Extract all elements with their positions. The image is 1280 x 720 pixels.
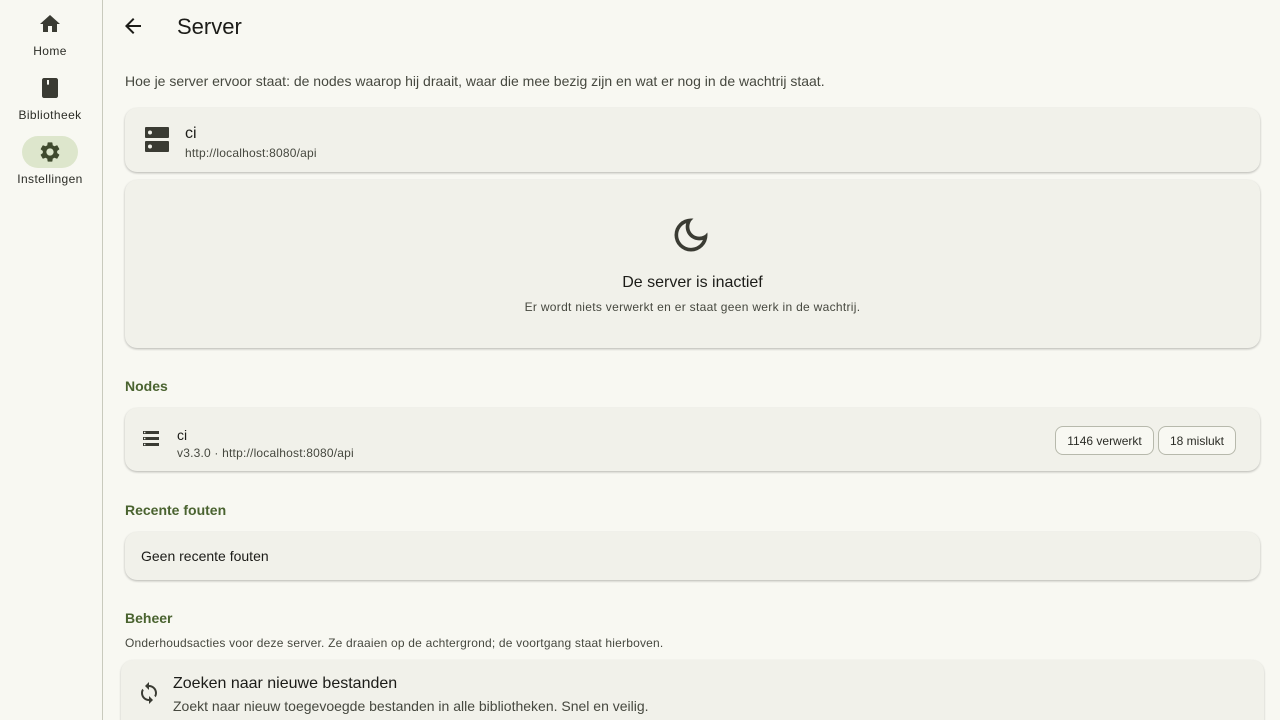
server-name: ci	[185, 125, 197, 142]
action-description: Zoekt naar nieuw toegevoegde bestanden i…	[173, 698, 649, 714]
scan-new-files-action[interactable]: Zoeken naar nieuwe bestanden Zoekt naar …	[121, 660, 1264, 720]
gear-icon	[22, 136, 78, 168]
storage-icon	[141, 431, 161, 452]
server-url: http://localhost:8080/api	[185, 146, 317, 160]
nav-item-home[interactable]: Home	[0, 8, 100, 58]
recent-errors-heading: Recente fouten	[125, 502, 227, 518]
moon-icon	[669, 213, 713, 262]
back-button[interactable]	[117, 12, 149, 44]
manage-description: Onderhoudsacties voor deze server. Ze dr…	[125, 636, 664, 650]
nodes-heading: Nodes	[125, 378, 168, 394]
node-card: ci v3.3.0 · http://localhost:8080/api 11…	[125, 408, 1260, 471]
recent-errors-card: Geen recente fouten	[125, 532, 1260, 580]
node-meta: v3.3.0 · http://localhost:8080/api	[177, 446, 354, 460]
nav-label-home: Home	[33, 44, 67, 58]
processed-count-chip[interactable]: 1146 verwerkt	[1055, 426, 1154, 455]
nav-item-bibliotheek[interactable]: Bibliotheek	[0, 72, 100, 122]
nav-label-bibliotheek: Bibliotheek	[18, 108, 82, 122]
node-name: ci	[177, 427, 188, 443]
intro-text: Hoe je server ervoor staat: de nodes waa…	[125, 73, 825, 89]
status-title: De server is inactief	[622, 274, 763, 291]
manage-heading: Beheer	[125, 610, 173, 626]
server-status-card: De server is inactief Er wordt niets ver…	[125, 180, 1260, 348]
server-card: ci http://localhost:8080/api	[125, 108, 1260, 172]
failed-count-chip[interactable]: 18 mislukt	[1158, 426, 1236, 455]
page-title: Server	[177, 14, 242, 39]
arrow-back-icon	[121, 14, 145, 43]
nav-label-instellingen: Instellingen	[17, 172, 83, 186]
action-title: Zoeken naar nieuwe bestanden	[173, 675, 398, 692]
navigation-rail: Home Bibliotheek Instellingen	[0, 0, 103, 720]
server-icon	[145, 127, 169, 158]
home-icon	[22, 8, 78, 40]
status-subtitle: Er wordt niets verwerkt en er staat geen…	[524, 300, 861, 314]
nav-item-instellingen[interactable]: Instellingen	[0, 136, 100, 186]
no-errors-text: Geen recente fouten	[141, 548, 269, 564]
book-icon	[22, 72, 78, 104]
top-app-bar: Server	[103, 0, 1280, 56]
sync-icon	[137, 681, 161, 710]
